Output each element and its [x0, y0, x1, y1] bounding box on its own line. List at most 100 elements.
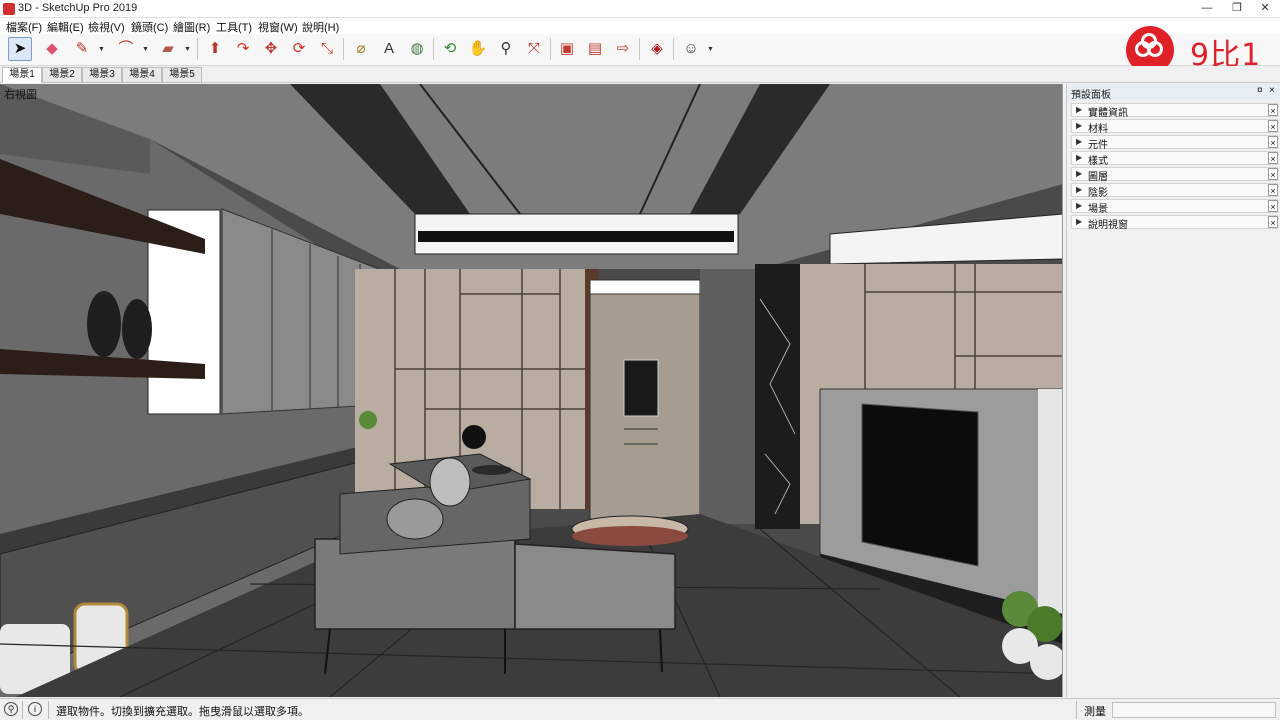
title-bar: 3D - SketchUp Pro 2019 — ❐ ✕: [0, 0, 1280, 18]
menu-window[interactable]: 視窗(W): [258, 19, 298, 35]
expand-arrow-icon: ▶: [1076, 137, 1083, 146]
zoom-extents-tool-button[interactable]: ⤧: [522, 37, 546, 61]
expand-arrow-icon: ▶: [1076, 217, 1083, 226]
tab-scene-1[interactable]: 場景1: [2, 67, 42, 83]
tab-scene-2[interactable]: 場景2: [42, 67, 82, 83]
close-icon[interactable]: ×: [1268, 120, 1278, 132]
extension-warehouse-icon: ▤: [587, 40, 603, 57]
close-icon[interactable]: ×: [1268, 184, 1278, 196]
send-to-layout-button[interactable]: ⇨: [611, 37, 635, 61]
pencil-tool-button[interactable]: ✎: [70, 37, 94, 61]
menu-draw[interactable]: 繪圖(R): [173, 19, 210, 35]
3d-viewport[interactable]: 右視圖: [0, 84, 1063, 697]
orbit-tool-button[interactable]: ⟲: [438, 37, 462, 61]
zoom-tool-button[interactable]: ⚲: [494, 37, 518, 61]
chevron-down-icon[interactable]: ▼: [98, 46, 105, 53]
tab-scene-4[interactable]: 場景4: [122, 67, 162, 83]
menu-file[interactable]: 檔案(F): [6, 19, 42, 35]
status-divider: [1076, 701, 1077, 719]
close-icon[interactable]: ×: [1268, 168, 1278, 180]
scene-tabs: 場景1 場景2 場景3 場景4 場景5: [0, 66, 1280, 83]
chevron-down-icon[interactable]: ▼: [142, 46, 149, 53]
rectangle-tool-button[interactable]: ▰: [156, 37, 180, 61]
menu-edit[interactable]: 編輯(E): [47, 19, 84, 35]
follow-me-tool-button[interactable]: ↷: [231, 37, 255, 61]
zoom-tool-icon: ⚲: [500, 40, 512, 57]
text-tool-button[interactable]: A: [377, 37, 401, 61]
tray-panel-label: 元件: [1088, 140, 1108, 151]
extension-manager-button[interactable]: ◈: [645, 37, 669, 61]
chevron-down-icon[interactable]: ▼: [707, 46, 714, 53]
close-icon[interactable]: ×: [1268, 216, 1278, 228]
tray-panel-label: 說明視窗: [1088, 220, 1128, 231]
status-divider: [48, 701, 49, 719]
scale-tool-button[interactable]: ⤡: [315, 37, 339, 61]
account-button[interactable]: ☺: [679, 37, 703, 61]
pan-tool-button[interactable]: ✋: [466, 37, 490, 61]
move-tool-button[interactable]: ✥: [259, 37, 283, 61]
tray-panel-scenes[interactable]: ▶ 場景 ×: [1071, 199, 1278, 215]
logo-ring: [1141, 33, 1157, 49]
tape-measure-tool-button[interactable]: ⌀: [349, 37, 373, 61]
tray-panel-label: 圖層: [1088, 172, 1108, 183]
menu-camera[interactable]: 鏡頭(C): [131, 19, 168, 35]
tray-panel-components[interactable]: ▶ 元件 ×: [1071, 135, 1278, 151]
chevron-down-icon[interactable]: ▼: [184, 46, 191, 53]
arc-tool-button[interactable]: ⌒: [114, 37, 138, 61]
close-icon[interactable]: ×: [1269, 85, 1275, 96]
window-title: 3D - SketchUp Pro 2019: [18, 2, 138, 14]
zoom-extents-tool-icon: ⤧: [527, 40, 540, 57]
expand-arrow-icon: ▶: [1076, 105, 1083, 114]
tray-panel-instructor[interactable]: ▶ 說明視窗 ×: [1071, 215, 1278, 231]
tray-panel-entity-info[interactable]: ▶ 實體資訊 ×: [1071, 103, 1278, 119]
toolbar-divider: [197, 38, 198, 60]
warehouse-icon: ▣: [559, 40, 575, 57]
extension-warehouse-button[interactable]: ▤: [583, 37, 607, 61]
expand-arrow-icon: ▶: [1076, 169, 1083, 178]
pin-icon[interactable]: ¤: [1257, 85, 1263, 96]
geo-location-icon[interactable]: ⚲: [4, 702, 18, 716]
warehouse-button[interactable]: ▣: [555, 37, 579, 61]
tray-panel-layers[interactable]: ▶ 圖層 ×: [1071, 167, 1278, 183]
tape-measure-tool-icon: ⌀: [356, 40, 366, 57]
tab-scene-3[interactable]: 場景3: [82, 67, 122, 83]
sketchup-app-icon: [3, 3, 15, 15]
tray-panel-label: 陰影: [1088, 188, 1108, 199]
close-icon[interactable]: ×: [1268, 152, 1278, 164]
close-icon[interactable]: ×: [1268, 104, 1278, 116]
select-tool-button[interactable]: ➤: [8, 37, 32, 61]
maximize-button[interactable]: ❐: [1222, 0, 1252, 17]
paint-bucket-tool-button[interactable]: ◍: [405, 37, 429, 61]
scale-tool-icon: ⤡: [320, 40, 333, 57]
measurements-input[interactable]: [1112, 702, 1276, 718]
pan-tool-icon: ✋: [468, 40, 488, 57]
rotate-tool-icon: ⟳: [292, 40, 306, 57]
tray-panel-shadows[interactable]: ▶ 陰影 ×: [1071, 183, 1278, 199]
menu-help[interactable]: 說明(H): [302, 19, 339, 35]
tray-panel-styles[interactable]: ▶ 樣式 ×: [1071, 151, 1278, 167]
eraser-tool-icon: ◆: [46, 40, 58, 57]
eraser-tool-button[interactable]: ◆: [40, 37, 64, 61]
rotate-tool-button[interactable]: ⟳: [287, 37, 311, 61]
close-button[interactable]: ✕: [1250, 0, 1280, 17]
tray-panel-label: 樣式: [1088, 156, 1108, 167]
menu-tools[interactable]: 工具(T): [216, 19, 252, 35]
push-pull-tool-button[interactable]: ⬆: [203, 37, 227, 61]
send-to-layout-icon: ⇨: [616, 40, 630, 57]
info-icon[interactable]: i: [28, 702, 42, 716]
expand-arrow-icon: ▶: [1076, 121, 1083, 130]
default-tray-panel: 預設面板 ¤ × ▶ 實體資訊 × ▶ 材料 × ▶ 元件 × ▶ 樣式 × ▶ 圖層 × ▶ 陰影 ×…: [1066, 84, 1280, 697]
measurements-label: 測量: [1084, 706, 1106, 718]
interior-scene-render: [0, 84, 1062, 697]
text-tool-icon: A: [383, 40, 394, 57]
tab-scene-5[interactable]: 場景5: [162, 67, 202, 83]
select-tool-icon: ➤: [13, 40, 27, 57]
close-icon[interactable]: ×: [1268, 136, 1278, 148]
minimize-button[interactable]: —: [1192, 0, 1222, 17]
menu-view[interactable]: 檢視(V): [88, 19, 125, 35]
close-icon[interactable]: ×: [1268, 200, 1278, 212]
status-hint-text: 選取物件。切換到擴充選取。拖曳滑鼠以選取多項。: [56, 706, 309, 718]
paint-bucket-tool-icon: ◍: [410, 40, 424, 57]
main-toolbar: ➤ ◆ ✎ ▼ ⌒ ▼ ▰ ▼ ⬆ ↷ ✥ ⟳ ⤡ ⌀ A ◍ ⟲ ✋ ⚲ ⤧ …: [0, 34, 1280, 66]
tray-panel-materials[interactable]: ▶ 材料 ×: [1071, 119, 1278, 135]
